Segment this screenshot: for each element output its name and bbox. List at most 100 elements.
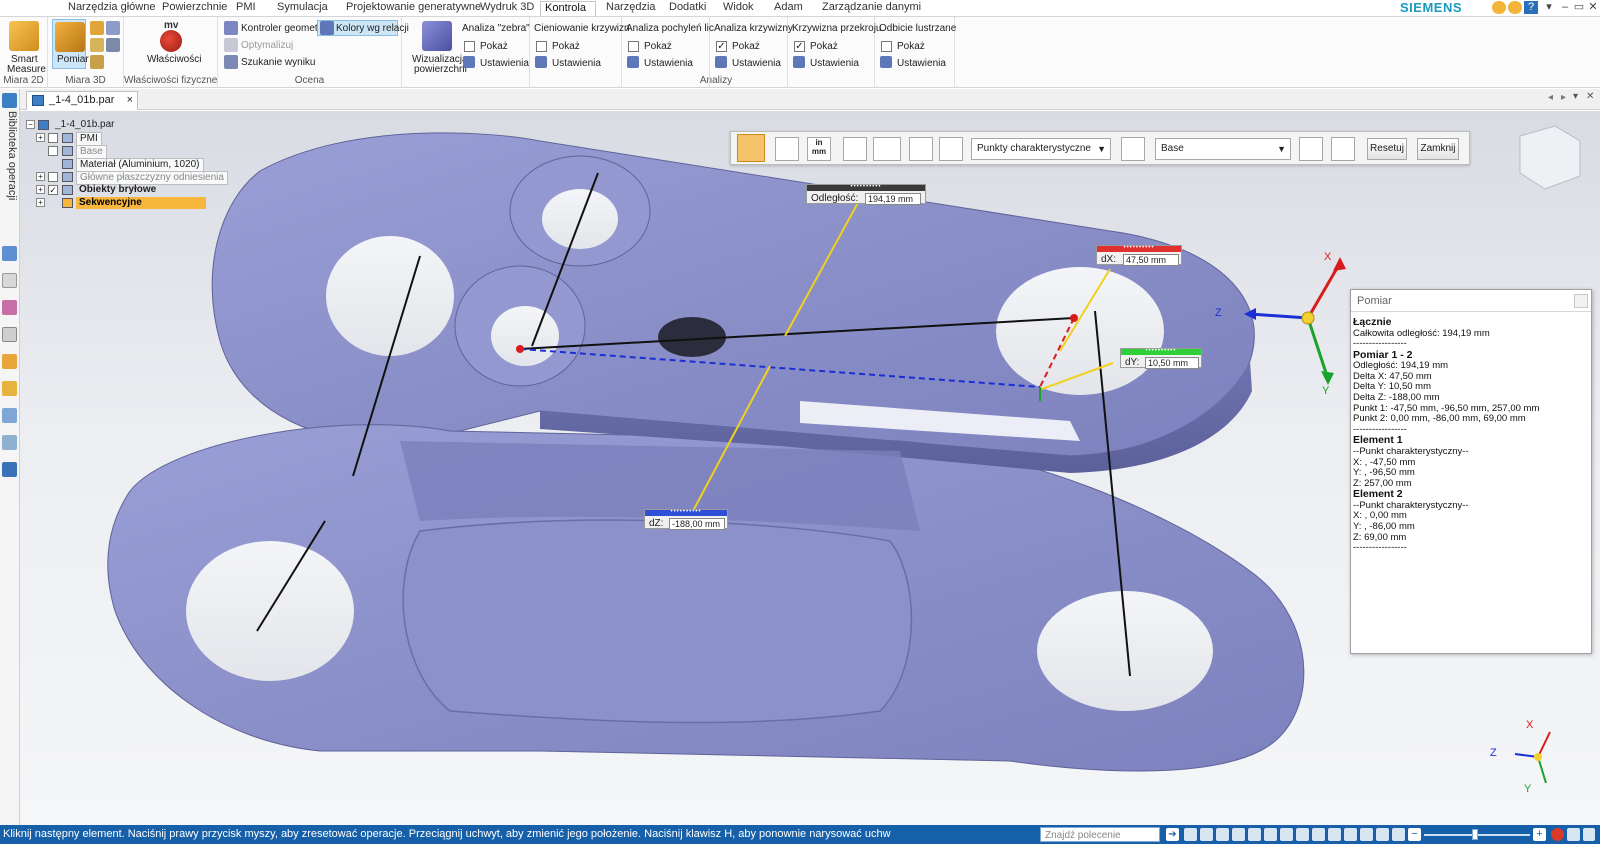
lighting-icon[interactable] [1360,828,1373,841]
tab-list-icon[interactable]: ▾ [1573,91,1578,102]
tree-visibility-checkbox[interactable] [48,133,58,143]
close-window-icon[interactable]: ✕ [1586,1,1600,14]
dy-label-grip[interactable]: •••••••••• [1121,348,1201,355]
floor-reflection-icon[interactable] [1376,828,1389,841]
dy-label[interactable]: •••••••••• dY: 10,50 mm [1120,348,1202,369]
help-icon[interactable]: ? [1524,1,1538,14]
zoom-slider-thumb[interactable] [1472,829,1478,840]
close-button[interactable]: Zamknij [1417,138,1459,160]
display-style-icon[interactable] [1296,828,1309,841]
record-icon[interactable] [1551,828,1564,841]
shading-icon[interactable] [1280,828,1293,841]
tab-addons[interactable]: Dodatki [665,1,710,16]
triad-origin[interactable] [1301,311,1315,325]
measure-distance-icon[interactable] [90,21,104,35]
minimize-ribbon-icon[interactable]: ▾ [1542,1,1556,14]
tab-scroll-left-icon[interactable]: ◂ [1548,92,1553,103]
tree-visibility-checkbox[interactable] [48,172,58,182]
view-orientation-icon[interactable] [1264,828,1277,841]
tree-visibility-checkbox[interactable]: ✓ [48,185,58,195]
command-search-input[interactable]: Znajdź polecenie [1040,827,1160,842]
analysis-section-curvature-settings-button[interactable]: Ustawienia [810,58,859,69]
analysis-zebra-show-label[interactable]: Pokaż [480,41,508,52]
reset-button[interactable]: Resetuj [1367,138,1407,160]
measure-angle-icon[interactable] [106,21,120,35]
more-icon[interactable] [1583,828,1595,841]
perspective-icon[interactable] [1344,828,1357,841]
base-select[interactable]: Base ▼ [1155,138,1291,160]
measure-mode-icon[interactable] [737,134,765,162]
tab-adam[interactable]: Adam [770,1,807,16]
view-style-icon[interactable] [1328,828,1341,841]
dx-label[interactable]: •••••••••• dX: 47,50 mm [1096,245,1182,266]
view-icon[interactable] [2,408,17,423]
tab-pmi[interactable]: PMI [232,1,260,16]
distance-label-grip[interactable]: •••••••••• [807,184,925,191]
analysis-zebra-checkbox[interactable] [464,41,475,52]
summary-icon[interactable] [1299,137,1323,161]
surface-visualization-icon[interactable] [422,21,452,51]
zoom-icon[interactable] [1200,828,1213,841]
tree-visibility-checkbox[interactable] [48,146,58,156]
analysis-zebra-settings-button[interactable]: Ustawienia [480,58,529,69]
analysis-section-curvature-show-label[interactable]: Pokaż [810,41,838,52]
analysis-draft-checkbox[interactable] [628,41,639,52]
dz-label[interactable]: •••••••••• dZ: -188,00 mm [644,509,728,530]
measure-line-icon[interactable] [843,137,867,161]
grid-icon[interactable] [2,327,17,342]
goal-seek-button[interactable]: Szukanie wyniku [241,57,315,68]
document-tab[interactable]: _1-4_01b.par × [26,91,138,110]
tab-surfaces[interactable]: Powierzchnie [158,1,231,16]
dx-label-grip[interactable]: •••••••••• [1097,245,1181,252]
settings-icon[interactable] [2,462,17,477]
optimize-button[interactable]: Optymalizuj [241,40,293,51]
tab-view[interactable]: Widok [719,1,758,16]
measure-minimum-icon[interactable] [90,38,104,52]
help-page-icon[interactable] [2,273,17,288]
rotate-icon[interactable] [1248,828,1261,841]
measure-angle-disabled-icon[interactable] [939,137,963,161]
properties-button[interactable]: Właściwości [147,54,201,65]
layers-icon[interactable] [2,300,17,315]
measurement-panel-title[interactable]: Pomiar [1351,290,1591,312]
tree-expand-icon[interactable]: + [36,133,45,142]
pan-icon[interactable] [1232,828,1245,841]
tree-expand-icon[interactable]: − [26,120,35,129]
analysis-curvature-show-label[interactable]: Pokaż [732,41,760,52]
analysis-section-curvature-checkbox[interactable]: ✓ [794,41,805,52]
coordinate-system-icon[interactable] [1121,137,1145,161]
color-palette-icon[interactable] [2,354,17,369]
analysis-reflection-settings-button[interactable]: Ustawienia [897,58,946,69]
export-excel-icon[interactable] [1331,137,1355,161]
search-go-icon[interactable]: ➔ [1166,828,1179,841]
network-icon[interactable] [2,435,17,450]
point-1[interactable] [516,345,524,353]
tab-simulation[interactable]: Symulacja [273,1,332,16]
analysis-reflection-checkbox[interactable] [881,41,892,52]
measure-options-icon[interactable] [775,137,799,161]
tab-generative-design[interactable]: Projektowanie generatywne [342,1,485,16]
analysis-curvature-shading-settings-button[interactable]: Ustawienia [552,58,601,69]
assembly-icon[interactable] [2,246,17,261]
section-view-icon[interactable] [1312,828,1325,841]
tab-data-management[interactable]: Zarządzanie danymi [818,1,925,16]
measure-normal-icon[interactable] [90,55,104,69]
zoom-in-icon[interactable]: + [1533,828,1546,841]
tab-3d-print[interactable]: Wydruk 3D [476,1,538,16]
distance-label[interactable]: •••••••••• Odległość: 194,19 mm [806,184,926,205]
analysis-draft-show-label[interactable]: Pokaż [644,41,672,52]
analysis-curvature-shading-show-label[interactable]: Pokaż [552,41,580,52]
view-cube[interactable] [1519,125,1581,190]
camera-icon[interactable] [1567,828,1580,841]
tree-expand-icon[interactable]: + [36,185,45,194]
keypoint-mode-select[interactable]: Punkty charakterystyczne ▼ [971,138,1111,160]
point-2[interactable] [1070,314,1078,322]
tab-scroll-right-icon[interactable]: ▸ [1561,92,1566,103]
panel-close-icon[interactable] [1574,294,1588,308]
tree-expand-icon[interactable]: + [36,172,45,181]
units-icon[interactable]: in mm [807,137,831,161]
geometry-inspector-button[interactable]: Kontroler geometrii [241,23,325,34]
tab-tools[interactable]: Narzędzia [602,1,660,16]
measure-angle-tool-icon[interactable] [909,137,933,161]
dz-label-grip[interactable]: •••••••••• [645,509,727,516]
